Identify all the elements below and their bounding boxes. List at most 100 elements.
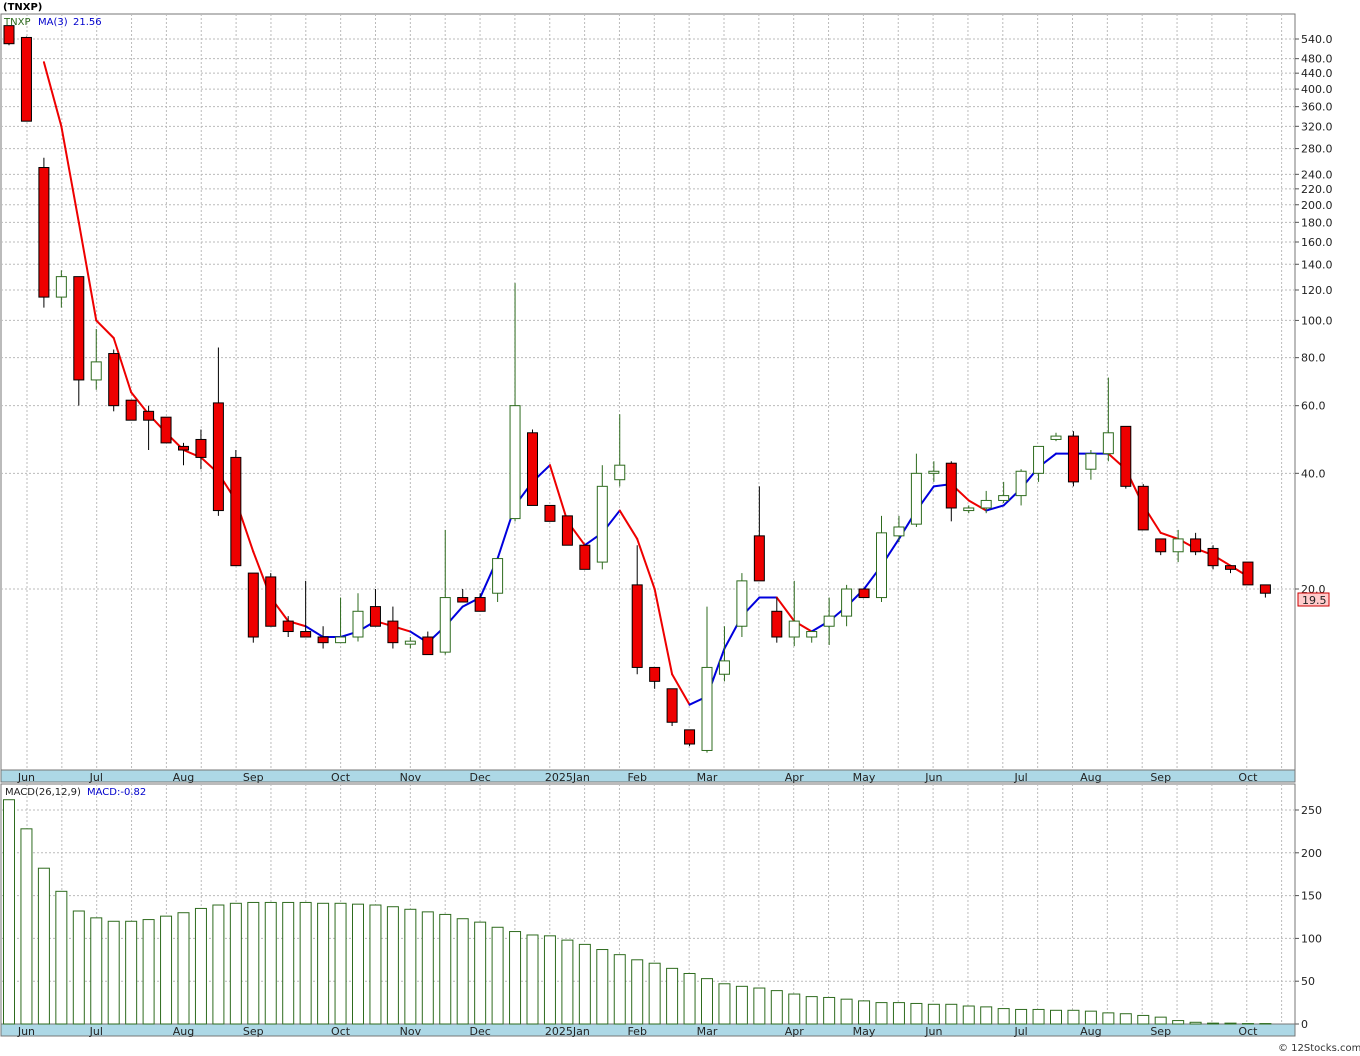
- date-axis-label: Sep: [1150, 771, 1171, 784]
- macd-bar: [631, 959, 644, 1025]
- legend-ma-value: 21.56: [73, 17, 102, 28]
- candle-body: [335, 636, 347, 644]
- candle-body: [527, 432, 538, 506]
- candle-body: [841, 588, 853, 617]
- macd-bar: [160, 915, 173, 1025]
- candle-body: [980, 499, 992, 509]
- candle-body: [614, 464, 626, 481]
- candle-body: [265, 576, 277, 627]
- candle-body: [38, 167, 50, 298]
- macd-bar: [910, 1002, 923, 1025]
- macd-bar: [72, 910, 85, 1025]
- date-axis-label: 2025Jan: [545, 1025, 590, 1038]
- macd-bar: [386, 906, 399, 1025]
- candle: [265, 573, 277, 627]
- price-tick-label: 360.0: [1301, 101, 1333, 114]
- candle-body: [893, 526, 905, 537]
- candle-body: [910, 472, 922, 525]
- price-tick-label: 180.0: [1301, 216, 1333, 229]
- macd-bar: [194, 907, 207, 1025]
- candle-body: [1155, 538, 1167, 553]
- candle-body: [212, 402, 224, 512]
- legend-ticker: TNXP: [3, 17, 30, 28]
- macd-bar: [770, 990, 783, 1025]
- candle-body: [160, 416, 172, 444]
- candle-body: [649, 666, 661, 682]
- candle-body: [701, 666, 713, 751]
- macd-bar: [1102, 1012, 1115, 1025]
- candle-body: [1190, 538, 1202, 553]
- candle-body: [1137, 485, 1149, 531]
- candle-body: [55, 276, 67, 298]
- macd-bar: [701, 978, 713, 1025]
- macd-bar: [683, 972, 696, 1025]
- macd-bar: [1172, 1020, 1185, 1025]
- candle: [858, 588, 870, 599]
- date-axis-label: Jul: [1013, 1025, 1027, 1038]
- candle-body: [963, 507, 975, 512]
- candle: [1242, 561, 1254, 586]
- candle-body: [108, 353, 120, 407]
- candle-body: [369, 606, 381, 627]
- candle: [230, 450, 242, 567]
- macd-bar: [753, 987, 766, 1025]
- macd-bar: [875, 1002, 888, 1025]
- date-axis-label: Nov: [400, 1025, 422, 1038]
- macd-bar: [805, 996, 818, 1025]
- candle-body: [509, 405, 521, 520]
- candle-body: [1207, 547, 1219, 567]
- macd-bar: [543, 935, 556, 1025]
- macd-bar: [1050, 1009, 1062, 1025]
- candle-body: [1067, 435, 1079, 483]
- candle: [20, 36, 32, 122]
- candle-body: [492, 558, 504, 594]
- candle: [527, 429, 538, 506]
- date-axis-label: Sep: [243, 771, 264, 784]
- candle: [1120, 425, 1132, 489]
- candle: [684, 729, 696, 747]
- candle-body: [1102, 432, 1114, 455]
- candle: [125, 399, 137, 421]
- candle-body: [230, 456, 242, 567]
- candle: [666, 688, 678, 727]
- macd-bar: [1032, 1008, 1045, 1025]
- macd-bar: [282, 901, 295, 1025]
- macd-bar: [1015, 1008, 1028, 1025]
- candle: [1137, 484, 1149, 531]
- macd-tick-label: 200: [1301, 847, 1322, 860]
- candle-body: [579, 544, 591, 570]
- date-axis-label: Jun: [17, 771, 35, 784]
- candle-body: [684, 729, 696, 745]
- candle: [3, 25, 15, 46]
- macd-bar: [509, 931, 522, 1025]
- candle: [1207, 545, 1219, 570]
- date-axis-label: Aug: [1080, 1025, 1101, 1038]
- macd-bar: [317, 902, 330, 1025]
- candle-body: [806, 631, 818, 638]
- macd-bar: [858, 1000, 871, 1025]
- macd-bar: [980, 1006, 993, 1025]
- candle-body: [404, 640, 416, 645]
- macd-bar: [142, 919, 155, 1025]
- stock-chart: 540.0 480.0440.0 400.0 360.0 320.0 280.0 240.0…: [0, 2, 1360, 1054]
- price-tick-label: 100.0: [1301, 314, 1333, 327]
- candle: [561, 515, 573, 546]
- macd-bar: [247, 901, 260, 1025]
- macd-bar: [927, 1003, 940, 1025]
- price-tick-label: 140.0: [1301, 258, 1333, 271]
- macd-bar: [20, 828, 33, 1025]
- macd-bar: [788, 993, 801, 1025]
- date-axis-label: Feb: [627, 771, 646, 784]
- candle-body: [143, 410, 155, 421]
- macd-bar: [229, 902, 242, 1025]
- macd-bar: [334, 902, 347, 1025]
- macd-bar: [596, 949, 609, 1025]
- candle-body: [73, 276, 85, 381]
- candle-body: [596, 485, 608, 563]
- date-axis-label: Dec: [470, 1025, 491, 1038]
- date-axis-label: Apr: [785, 1025, 805, 1038]
- candle-body: [457, 597, 469, 603]
- candle-body: [3, 25, 15, 45]
- candle-body: [20, 36, 32, 122]
- macd-bar: [3, 799, 15, 1025]
